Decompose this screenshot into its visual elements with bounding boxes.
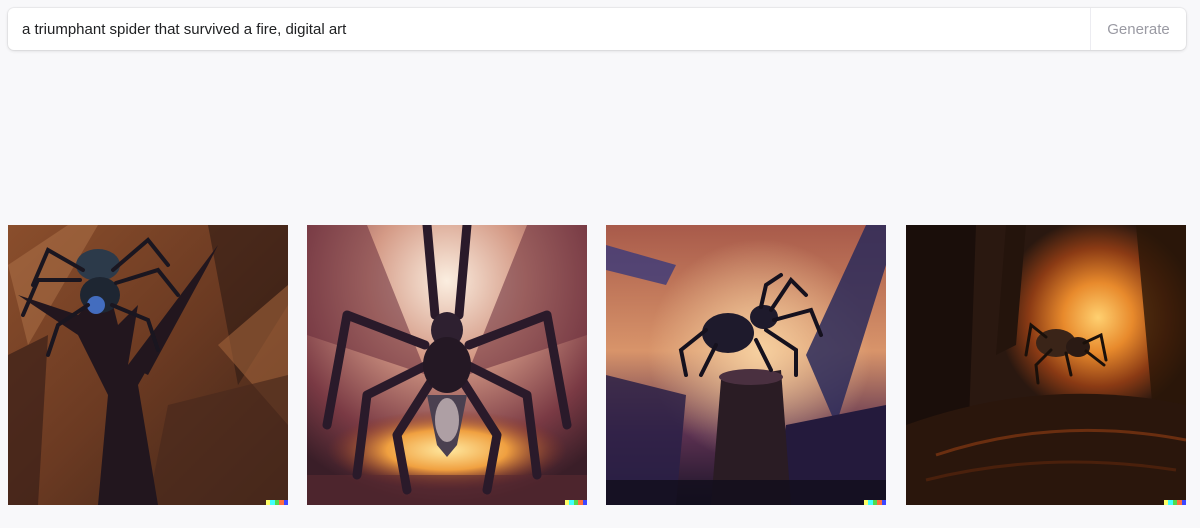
giant-spider-over-fire-image bbox=[307, 225, 587, 505]
watermark bbox=[266, 500, 288, 505]
generated-image-4[interactable] bbox=[906, 225, 1186, 505]
spider-on-stump-image bbox=[606, 225, 886, 505]
watermark bbox=[565, 500, 587, 505]
watermark bbox=[864, 500, 886, 505]
generate-button[interactable]: Generate bbox=[1090, 8, 1186, 50]
generated-image-3[interactable] bbox=[606, 225, 886, 505]
generated-image-2[interactable] bbox=[307, 225, 587, 505]
spider-in-burning-forest-image bbox=[906, 225, 1186, 505]
generated-image-1[interactable] bbox=[8, 225, 288, 505]
prompt-bar: a triumphant spider that survived a fire… bbox=[8, 8, 1186, 50]
image-grid bbox=[8, 225, 1186, 505]
prompt-input[interactable]: a triumphant spider that survived a fire… bbox=[8, 8, 1090, 50]
watermark bbox=[1164, 500, 1186, 505]
spider-on-dead-tree-image bbox=[8, 225, 288, 505]
